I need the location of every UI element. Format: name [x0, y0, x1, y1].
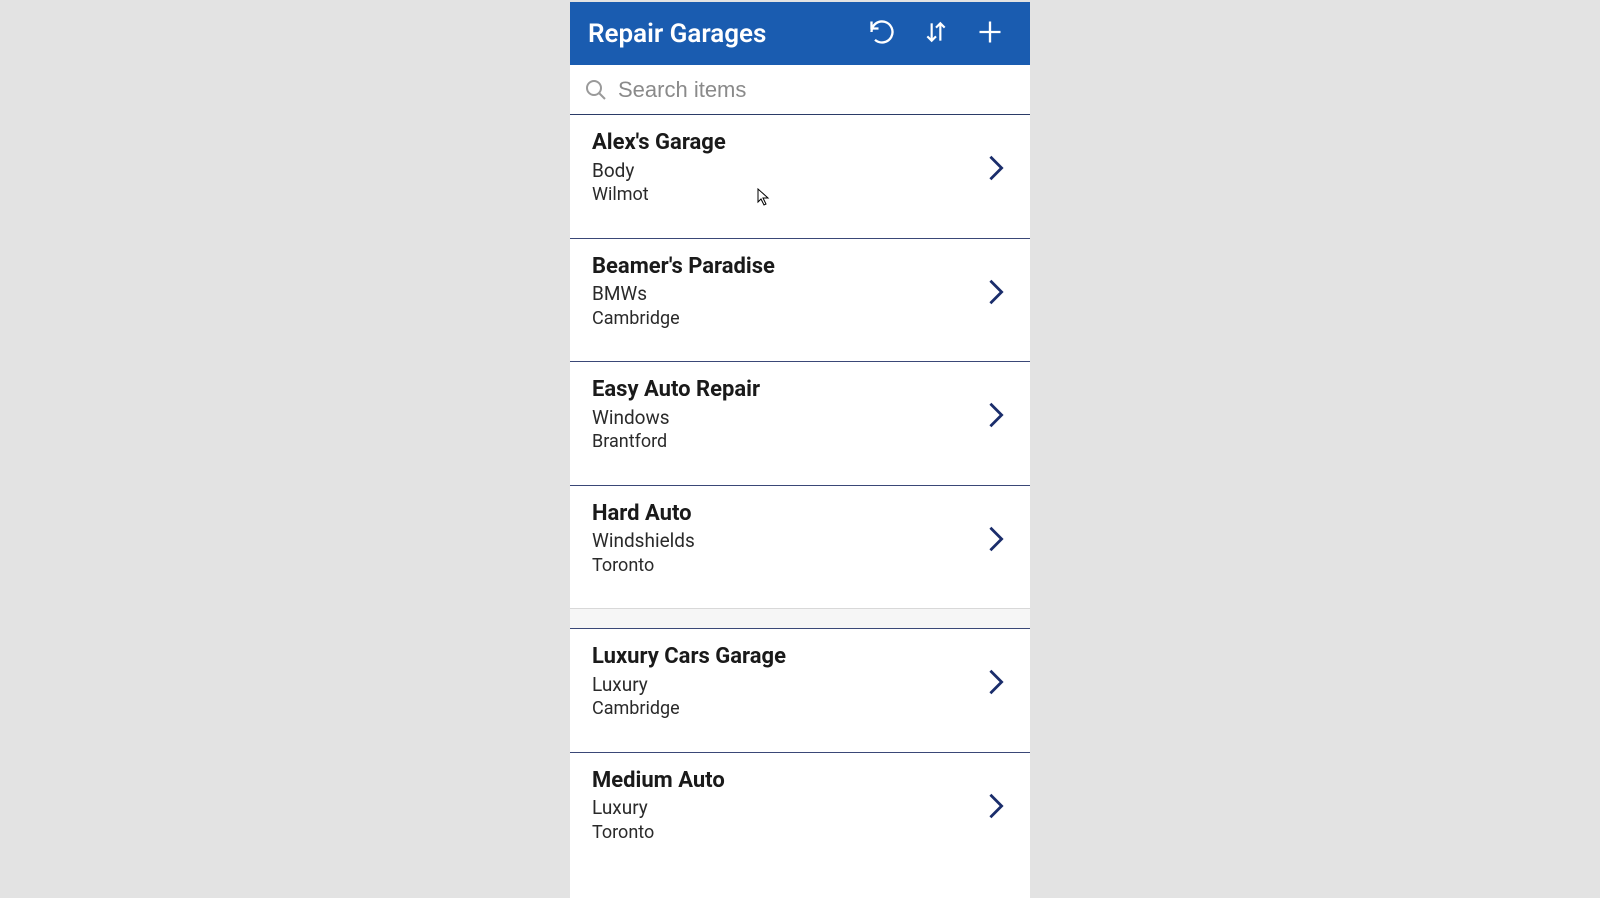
list-item-text: Medium Auto Luxury Toronto [592, 767, 982, 846]
app-window: Repair Garages [570, 2, 1030, 898]
chevron-right-icon [982, 401, 1010, 429]
garage-specialty: Luxury [592, 672, 982, 698]
section-gap [570, 609, 1030, 629]
list-item[interactable]: Medium Auto Luxury Toronto [570, 753, 1030, 876]
garage-name: Alex's Garage [592, 129, 982, 158]
chevron-right-icon [982, 668, 1010, 696]
search-input[interactable] [618, 77, 1018, 103]
garage-city: Toronto [592, 821, 982, 845]
garage-city: Cambridge [592, 307, 982, 331]
garage-name: Beamer's Paradise [592, 253, 982, 282]
garage-name: Hard Auto [592, 500, 982, 529]
sort-button[interactable] [914, 12, 958, 56]
garage-list: Alex's Garage Body Wilmot Beamer's Parad… [570, 115, 1030, 898]
garage-city: Toronto [592, 554, 982, 578]
refresh-icon [868, 18, 896, 50]
list-item[interactable]: Hard Auto Windshields Toronto [570, 486, 1030, 610]
garage-specialty: BMWs [592, 281, 982, 307]
garage-city: Cambridge [592, 697, 982, 721]
plus-icon [976, 18, 1004, 50]
chevron-right-icon [982, 278, 1010, 306]
sort-icon [923, 19, 949, 49]
garage-name: Luxury Cars Garage [592, 643, 982, 672]
app-header: Repair Garages [570, 2, 1030, 65]
chevron-right-icon [982, 154, 1010, 182]
garage-name: Medium Auto [592, 767, 982, 796]
garage-name: Easy Auto Repair [592, 376, 982, 405]
garage-city: Wilmot [592, 183, 982, 207]
garage-specialty: Windshields [592, 528, 982, 554]
chevron-right-icon [982, 525, 1010, 553]
add-button[interactable] [968, 12, 1012, 56]
refresh-button[interactable] [860, 12, 904, 56]
list-item[interactable]: Alex's Garage Body Wilmot [570, 115, 1030, 239]
garage-city: Brantford [592, 430, 982, 454]
list-item-text: Hard Auto Windshields Toronto [592, 500, 982, 579]
garage-specialty: Body [592, 158, 982, 184]
list-item-text: Luxury Cars Garage Luxury Cambridge [592, 643, 982, 722]
list-item[interactable]: Easy Auto Repair Windows Brantford [570, 362, 1030, 486]
list-item[interactable]: Luxury Cars Garage Luxury Cambridge [570, 629, 1030, 753]
list-item-text: Alex's Garage Body Wilmot [592, 129, 982, 208]
chevron-right-icon [982, 792, 1010, 820]
page-title: Repair Garages [588, 19, 850, 49]
garage-specialty: Windows [592, 405, 982, 431]
list-item[interactable]: Beamer's Paradise BMWs Cambridge [570, 239, 1030, 363]
list-item-text: Easy Auto Repair Windows Brantford [592, 376, 982, 455]
search-icon [582, 76, 610, 104]
garage-specialty: Luxury [592, 795, 982, 821]
list-item-text: Beamer's Paradise BMWs Cambridge [592, 253, 982, 332]
search-bar [570, 65, 1030, 115]
